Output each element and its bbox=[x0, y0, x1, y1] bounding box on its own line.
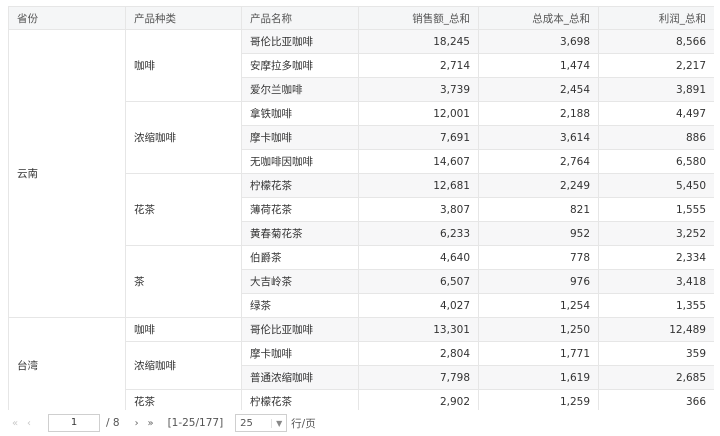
header-row: 省份 产品种类 产品名称 销售额_总和 总成本_总和 利润_总和 bbox=[8, 6, 714, 30]
cost-cell[interactable]: 1,619 bbox=[478, 365, 599, 390]
profit-cell[interactable]: 1,555 bbox=[598, 197, 714, 222]
profit-cell[interactable]: 4,497 bbox=[598, 101, 714, 126]
province-cell[interactable]: 云南 bbox=[8, 29, 126, 318]
cost-cell[interactable]: 3,698 bbox=[478, 29, 599, 54]
product-cell[interactable]: 摩卡咖啡 bbox=[241, 125, 359, 150]
product-cell[interactable]: 大吉岭茶 bbox=[241, 269, 359, 294]
cost-cell[interactable]: 1,254 bbox=[478, 293, 599, 318]
profit-cell[interactable]: 8,566 bbox=[598, 29, 714, 54]
cost-cell[interactable]: 1,474 bbox=[478, 53, 599, 78]
product-cell[interactable]: 柠檬花茶 bbox=[241, 173, 359, 198]
cost-cell[interactable]: 952 bbox=[478, 221, 599, 246]
prev-page-button[interactable]: ‹ bbox=[22, 418, 36, 429]
sales-cell[interactable]: 12,001 bbox=[358, 101, 479, 126]
profit-cell[interactable]: 886 bbox=[598, 125, 714, 150]
product-cell[interactable]: 哥伦比亚咖啡 bbox=[241, 317, 359, 342]
col-header-profit[interactable]: 利润_总和 bbox=[598, 6, 714, 30]
sales-cell[interactable]: 12,681 bbox=[358, 173, 479, 198]
page-size-value: 25 bbox=[240, 417, 253, 429]
record-range-label: [1-25/177] bbox=[167, 417, 224, 429]
profit-cell[interactable]: 2,685 bbox=[598, 365, 714, 390]
profit-cell[interactable]: 359 bbox=[598, 341, 714, 366]
profit-cell[interactable]: 6,580 bbox=[598, 149, 714, 174]
pivot-table: 省份 产品种类 产品名称 销售额_总和 总成本_总和 利润_总和 云南 咖啡 哥伦比… bbox=[8, 6, 714, 410]
cost-cell[interactable]: 3,614 bbox=[478, 125, 599, 150]
col-header-province[interactable]: 省份 bbox=[8, 6, 126, 30]
sales-cell[interactable]: 4,640 bbox=[358, 245, 479, 270]
pivot-table-view: 省份 产品种类 产品名称 销售额_总和 总成本_总和 利润_总和 云南 咖啡 哥伦比… bbox=[0, 0, 720, 436]
cost-cell[interactable]: 1,771 bbox=[478, 341, 599, 366]
cost-cell[interactable]: 778 bbox=[478, 245, 599, 270]
cost-cell[interactable]: 821 bbox=[478, 197, 599, 222]
profit-cell[interactable]: 1,355 bbox=[598, 293, 714, 318]
category-cell[interactable]: 咖啡 bbox=[125, 317, 242, 342]
sales-cell[interactable]: 7,798 bbox=[358, 365, 479, 390]
profit-cell[interactable]: 3,252 bbox=[598, 221, 714, 246]
sales-cell[interactable]: 2,902 bbox=[358, 389, 479, 410]
sales-cell[interactable]: 14,607 bbox=[358, 149, 479, 174]
profit-cell[interactable]: 2,334 bbox=[598, 245, 714, 270]
category-cell[interactable]: 浓缩咖啡 bbox=[125, 341, 242, 390]
sales-cell[interactable]: 3,739 bbox=[358, 77, 479, 102]
last-page-button[interactable]: » bbox=[144, 418, 158, 429]
product-cell[interactable]: 摩卡咖啡 bbox=[241, 341, 359, 366]
per-page-label: 行/页 bbox=[291, 417, 316, 430]
cost-cell[interactable]: 1,259 bbox=[478, 389, 599, 410]
category-cell[interactable]: 咖啡 bbox=[125, 29, 242, 102]
profit-cell[interactable]: 2,217 bbox=[598, 53, 714, 78]
product-cell[interactable]: 拿铁咖啡 bbox=[241, 101, 359, 126]
profit-cell[interactable]: 5,450 bbox=[598, 173, 714, 198]
product-cell[interactable]: 柠檬花茶 bbox=[241, 389, 359, 410]
col-header-product[interactable]: 产品名称 bbox=[241, 6, 359, 30]
first-page-button[interactable]: « bbox=[8, 418, 22, 429]
sales-cell[interactable]: 2,714 bbox=[358, 53, 479, 78]
cost-cell[interactable]: 2,188 bbox=[478, 101, 599, 126]
product-cell[interactable]: 伯爵茶 bbox=[241, 245, 359, 270]
table-row[interactable]: 云南 咖啡 哥伦比亚咖啡 18,245 3,698 8,566 bbox=[8, 29, 714, 318]
profit-cell[interactable]: 12,489 bbox=[598, 317, 714, 342]
sales-cell[interactable]: 13,301 bbox=[358, 317, 479, 342]
cost-cell[interactable]: 1,250 bbox=[478, 317, 599, 342]
pagination-bar: « ‹ 1 / 8 › » [1-25/177] 25 ▼ 行/页 bbox=[8, 412, 714, 434]
next-page-button[interactable]: › bbox=[130, 418, 144, 429]
product-cell[interactable]: 哥伦比亚咖啡 bbox=[241, 29, 359, 54]
category-cell[interactable]: 浓缩咖啡 bbox=[125, 101, 242, 174]
chevron-down-icon: ▼ bbox=[271, 418, 286, 428]
cost-cell[interactable]: 2,454 bbox=[478, 77, 599, 102]
sales-cell[interactable]: 6,507 bbox=[358, 269, 479, 294]
page-number-input[interactable]: 1 bbox=[48, 414, 100, 432]
sales-cell[interactable]: 18,245 bbox=[358, 29, 479, 54]
product-cell[interactable]: 爱尔兰咖啡 bbox=[241, 77, 359, 102]
page-total-label: / 8 bbox=[106, 417, 120, 429]
table-body: 云南 咖啡 哥伦比亚咖啡 18,245 3,698 8,566 安摩拉多咖啡 2,714 1,4… bbox=[8, 29, 714, 410]
cost-cell[interactable]: 2,764 bbox=[478, 149, 599, 174]
product-cell[interactable]: 普通浓缩咖啡 bbox=[241, 365, 359, 390]
product-cell[interactable]: 无咖啡因咖啡 bbox=[241, 149, 359, 174]
category-cell[interactable]: 花茶 bbox=[125, 173, 242, 246]
sales-cell[interactable]: 4,027 bbox=[358, 293, 479, 318]
product-cell[interactable]: 黄春菊花茶 bbox=[241, 221, 359, 246]
sales-cell[interactable]: 2,804 bbox=[358, 341, 479, 366]
province-cell[interactable]: 台湾 bbox=[8, 317, 126, 410]
sales-cell[interactable]: 3,807 bbox=[358, 197, 479, 222]
col-header-sales[interactable]: 销售额_总和 bbox=[358, 6, 479, 30]
profit-cell[interactable]: 3,418 bbox=[598, 269, 714, 294]
product-cell[interactable]: 薄荷花茶 bbox=[241, 197, 359, 222]
page-size-select[interactable]: 25 ▼ bbox=[235, 414, 288, 432]
sales-cell[interactable]: 7,691 bbox=[358, 125, 479, 150]
cost-cell[interactable]: 2,249 bbox=[478, 173, 599, 198]
col-header-cost[interactable]: 总成本_总和 bbox=[478, 6, 599, 30]
sales-cell[interactable]: 6,233 bbox=[358, 221, 479, 246]
category-cell[interactable]: 茶 bbox=[125, 245, 242, 318]
table-row[interactable]: 台湾 咖啡 哥伦比亚咖啡 13,301 1,250 12,489 bbox=[8, 317, 714, 410]
profit-cell[interactable]: 366 bbox=[598, 389, 714, 410]
col-header-category[interactable]: 产品种类 bbox=[125, 6, 242, 30]
product-cell[interactable]: 绿茶 bbox=[241, 293, 359, 318]
category-cell[interactable]: 花茶 bbox=[125, 389, 242, 410]
cost-cell[interactable]: 976 bbox=[478, 269, 599, 294]
profit-cell[interactable]: 3,891 bbox=[598, 77, 714, 102]
product-cell[interactable]: 安摩拉多咖啡 bbox=[241, 53, 359, 78]
